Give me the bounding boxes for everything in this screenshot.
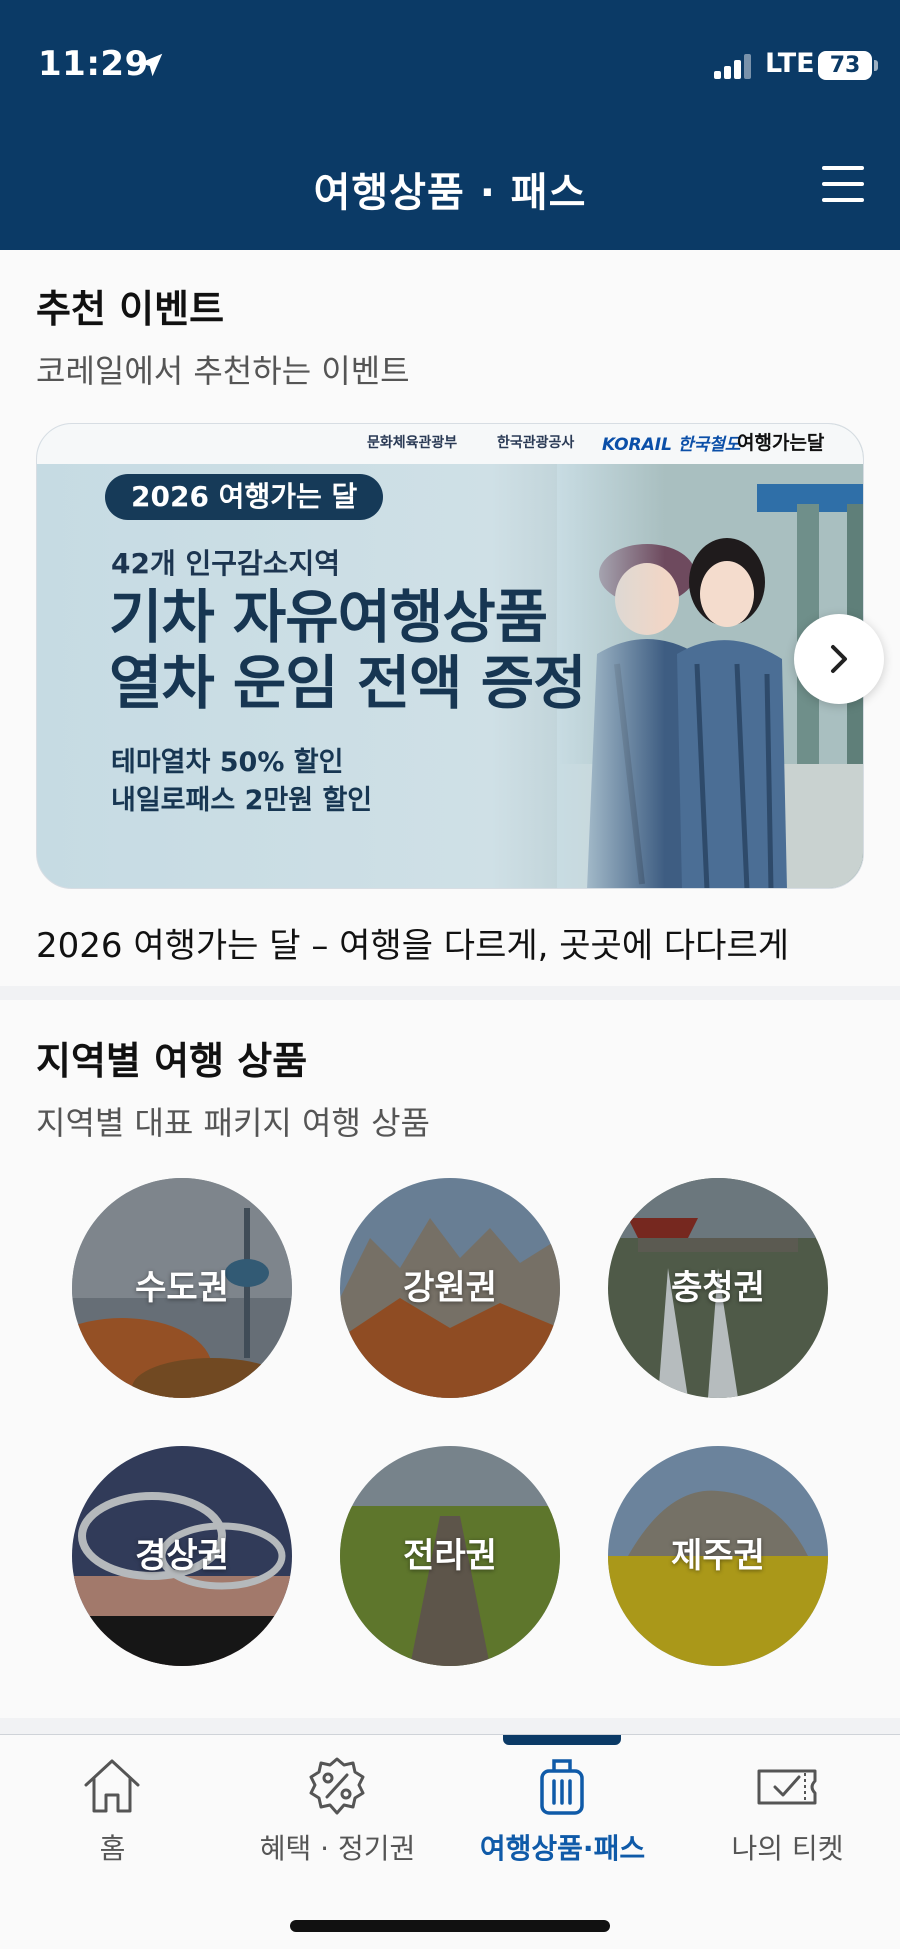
region-jeju[interactable]: 제주권 (608, 1446, 828, 1666)
app-header: 11:29 LTE 73 여행상품 · 패스 (0, 0, 900, 250)
banner-subtext: 테마열차 50% 할인 내일로패스 2만원 할인 (111, 744, 372, 820)
event-banner[interactable]: 문화체육관광부 한국관광공사 KORAIL 한국철도 여행가는달 2026 여행… (36, 423, 864, 889)
hamburger-icon-bar (822, 182, 864, 186)
tab-label: 혜택 · 정기권 (259, 1832, 416, 1865)
signal-icon (714, 54, 751, 79)
region-label: 수도권 (135, 1268, 229, 1308)
status-time: 11:29 (38, 44, 149, 84)
travel-month-logo: 여행가는달 (737, 432, 825, 454)
bottom-tab-bar: 홈 혜택 · 정기권 여행상품·패스 나의 티켓 (0, 1734, 900, 1949)
region-label: 강원권 (403, 1268, 497, 1308)
region-label: 충청권 (671, 1268, 765, 1308)
banner-headline: 기차 자유여행상품 열차 운임 전액 증정 (109, 583, 586, 717)
region-label: 경상권 (135, 1536, 229, 1576)
section-subtitle: 코레일에서 추천하는 이벤트 (36, 352, 410, 390)
banner-logo-strip: 문화체육관광부 한국관광공사 KORAIL 한국철도 여행가는달 (37, 424, 863, 464)
region-gangwon[interactable]: 강원권 (340, 1178, 560, 1398)
banner-line1: 42개 인구감소지역 (111, 547, 341, 580)
region-chungcheong[interactable]: 충청권 (608, 1178, 828, 1398)
menu-button[interactable] (822, 164, 866, 204)
tab-label: 홈 (99, 1832, 126, 1865)
tab-label: 여행상품·패스 (479, 1832, 646, 1865)
region-label: 전라권 (403, 1536, 497, 1576)
tab-my-ticket[interactable]: 나의 티켓 (675, 1735, 900, 1885)
network-type: LTE (765, 48, 815, 79)
page-title: 여행상품 · 패스 (313, 170, 587, 216)
home-icon (84, 1759, 140, 1813)
section-subtitle: 지역별 대표 패키지 여행 상품 (36, 1104, 430, 1142)
status-bar: 11:29 LTE 73 (0, 0, 900, 130)
tab-label: 나의 티켓 (731, 1832, 844, 1865)
region-sudogwon[interactable]: 수도권 (72, 1178, 292, 1398)
tab-travel-pass[interactable]: 여행상품·패스 (450, 1735, 675, 1885)
regional-products-section: 지역별 여행 상품 지역별 대표 패키지 여행 상품 수도권 강원권 충청권 경… (0, 1000, 900, 1718)
region-label: 제주권 (671, 1536, 765, 1576)
location-arrow-icon (139, 53, 163, 77)
hamburger-icon-bar (822, 198, 864, 202)
hamburger-icon-bar (822, 166, 864, 170)
section-title: 지역별 여행 상품 (36, 1039, 308, 1083)
korail-logo: KORAIL 한국철도 (602, 435, 741, 455)
banner-sub-2: 내일로패스 2만원 할인 (111, 785, 373, 816)
tab-benefits[interactable]: 혜택 · 정기권 (225, 1735, 450, 1885)
recommended-events-section: 추천 이벤트 코레일에서 추천하는 이벤트 문화체육관광부 한국관광공사 KOR… (0, 250, 900, 986)
ministry-logo: 문화체육관광부 (367, 435, 458, 451)
section-title: 추천 이벤트 (36, 287, 225, 331)
home-indicator[interactable] (290, 1920, 610, 1932)
carousel-next-button[interactable] (794, 614, 884, 704)
chevron-right-icon (831, 645, 847, 673)
banner-caption[interactable]: 2026 여행가는 달 – 여행을 다르게, 곳곳에 다다르게 (36, 918, 789, 967)
main-content[interactable]: 추천 이벤트 코레일에서 추천하는 이벤트 문화체육관광부 한국관광공사 KOR… (0, 250, 900, 1734)
ticket-icon (757, 1769, 817, 1805)
tab-home[interactable]: 홈 (0, 1735, 225, 1885)
kto-logo: 한국관광공사 (497, 435, 575, 451)
battery-cap (874, 60, 878, 71)
suitcase-icon (540, 1759, 584, 1815)
region-gyeongsang[interactable]: 경상권 (72, 1446, 292, 1666)
discount-badge-icon (309, 1757, 365, 1815)
battery-icon: 73 (818, 51, 872, 80)
banner-headline-1: 기차 자유여행상품 (109, 583, 548, 651)
event-pill: 2026 여행가는 달 (105, 474, 384, 520)
banner-headline-2: 열차 운임 전액 증정 (109, 649, 586, 717)
banner-sub-1: 테마열차 50% 할인 (111, 747, 344, 778)
region-jeolla[interactable]: 전라권 (340, 1446, 560, 1666)
